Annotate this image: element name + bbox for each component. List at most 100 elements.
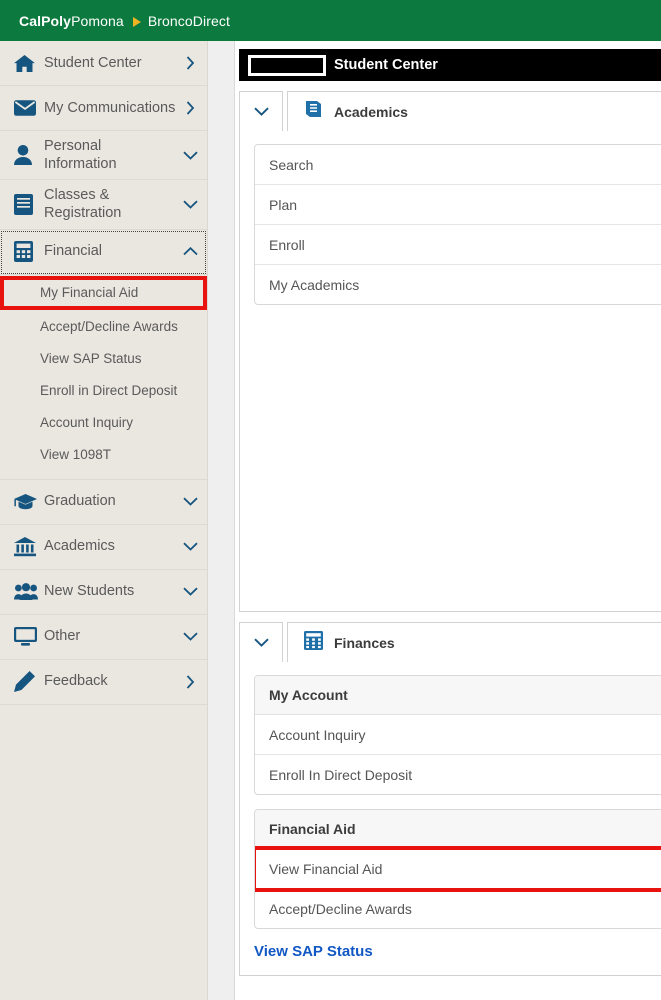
brand-bar: CalPoly Pomona BroncoDirect [0,0,661,41]
envelope-icon [14,100,44,116]
sidebar-subitem-label: Accept/Decline Awards [40,319,178,334]
academics-group-label: Academics [334,103,408,120]
finances-link-accept-decline-awards[interactable]: Accept/Decline Awards [255,889,661,928]
academics-link-card: Search Plan Enroll My Academics [254,144,661,305]
chevron-right-icon [181,101,199,115]
redacted-student-name [248,54,326,76]
finances-link-enroll-in-direct-deposit[interactable]: Enroll In Direct Deposit [255,755,661,794]
sidebar-item-label: New Students [44,583,135,600]
bank-icon [14,536,44,557]
finances-group-title-bar: Finances [287,622,661,662]
sidebar-item-label: Student Center [44,54,142,71]
financial-aid-card: Financial Aid View Financial Aid Accept/… [254,809,661,929]
link-label: Search [269,156,314,173]
finances-group-header: Finances [239,622,661,662]
finances-group-body: My Account Account Inquiry Enroll In Dir… [239,662,661,976]
calculator-icon [14,241,44,262]
finances-link-view-financial-aid[interactable]: View Financial Aid [255,846,661,892]
academics-group: Academics Search Plan Enroll My Academic… [239,91,661,612]
sidebar-item-label: My Communications [44,99,176,116]
pencil-icon [14,671,44,692]
brand-name-bold: CalPoly [19,12,72,29]
my-account-card: My Account Account Inquiry Enroll In Dir… [254,675,661,795]
chevron-down-icon [253,638,269,647]
chevron-right-icon [181,56,199,70]
sidebar-subitem-label: Enroll in Direct Deposit [40,383,178,398]
app-name: BroncoDirect [147,12,230,29]
academics-group-header: Academics [239,91,661,131]
chevron-down-icon [181,151,199,160]
sidebar-item-financial[interactable]: Financial [0,230,207,275]
sidebar-item-label: Academics [44,538,115,555]
my-account-card-header: My Account [255,676,661,715]
book-icon [14,193,44,215]
graduation-cap-icon [14,493,44,510]
sidebar-item-classes-registration[interactable]: Classes & Registration [0,180,207,230]
sidebar-item-my-communications[interactable]: My Communications [0,86,207,131]
academics-collapse-toggle[interactable] [239,91,283,131]
page-shell: Student Center My Communications Persona… [0,41,661,1000]
sidebar-subitem-label: Account Inquiry [40,415,134,430]
financial-aid-card-header: Financial Aid [255,810,661,849]
link-label: Enroll [269,236,305,253]
triangle-right-icon [132,16,141,27]
link-label: My Academics [269,276,360,293]
financial-submenu: My Financial Aid Accept/Decline Awards V… [0,275,207,480]
sidebar-item-label: Financial [44,243,103,260]
sidebar-subitem-label: View SAP Status [40,351,142,366]
academics-link-search[interactable]: Search [255,145,661,185]
academics-group-title-bar: Academics [287,91,661,131]
page-title: Student Center [334,57,438,73]
main-content: Student Center Academics Search Plan Enr… [235,41,661,1000]
chevron-down-icon [181,200,199,209]
calculator-icon [304,630,323,655]
sidebar-item-label: Personal Information [44,138,117,173]
sidebar-item-new-students[interactable]: New Students [0,570,207,615]
sidebar-subitem-view-sap-status[interactable]: View SAP Status [0,342,207,375]
link-label: View Financial Aid [269,860,383,877]
link-label: Plan [269,196,298,213]
view-sap-status-link[interactable]: View SAP Status [254,943,373,960]
sidebar-item-label: Graduation [44,493,116,510]
sidebar-item-other[interactable]: Other [0,615,207,660]
link-label: Account Inquiry [269,726,366,743]
sidebar-item-feedback[interactable]: Feedback [0,660,207,705]
chevron-down-icon [253,107,269,116]
finances-link-account-inquiry[interactable]: Account Inquiry [255,715,661,755]
home-icon [14,54,44,73]
chevron-right-icon [181,674,199,689]
academics-link-plan[interactable]: Plan [255,185,661,225]
sidebar-subitem-account-inquiry[interactable]: Account Inquiry [0,406,207,439]
people-icon [14,583,44,600]
academics-link-my-academics[interactable]: My Academics [255,265,661,304]
sidebar-subitem-my-financial-aid[interactable]: My Financial Aid [0,275,207,310]
finances-group-label: Finances [334,634,395,651]
sidebar-item-label: Classes & Registration [44,187,122,222]
person-icon [14,145,44,166]
sidebar-item-academics[interactable]: Academics [0,525,207,570]
sidebar-subitem-enroll-in-direct-deposit[interactable]: Enroll in Direct Deposit [0,374,207,407]
monitor-icon [14,627,44,646]
sidebar-item-personal-information[interactable]: Personal Information [0,131,207,181]
link-label: Enroll In Direct Deposit [269,766,413,783]
content-gutter [208,41,235,1000]
sidebar-item-label: Other [44,628,81,645]
finances-collapse-toggle[interactable] [239,622,283,662]
finances-group: Finances My Account Account Inquiry Enro… [239,622,661,976]
page-title-bar: Student Center [239,49,661,81]
chevron-down-icon [181,542,199,551]
sidebar-subitem-label: View 1098T [40,447,112,462]
sidebar-subitem-accept-decline-awards[interactable]: Accept/Decline Awards [0,310,207,343]
sidebar-subitem-label: My Financial Aid [40,285,139,300]
academics-empty-space [254,305,661,597]
chevron-up-icon [181,247,199,256]
sidebar-item-graduation[interactable]: Graduation [0,480,207,525]
sidebar-item-student-center[interactable]: Student Center [0,41,207,86]
academics-link-enroll[interactable]: Enroll [255,225,661,265]
academics-group-body: Search Plan Enroll My Academics [239,131,661,612]
card-gap [254,795,661,809]
sidebar-subitem-view-1098t[interactable]: View 1098T [0,438,207,471]
brand-name-rest: Pomona [71,12,124,29]
sidebar-item-label: Feedback [44,673,108,690]
book-icon [304,100,323,124]
